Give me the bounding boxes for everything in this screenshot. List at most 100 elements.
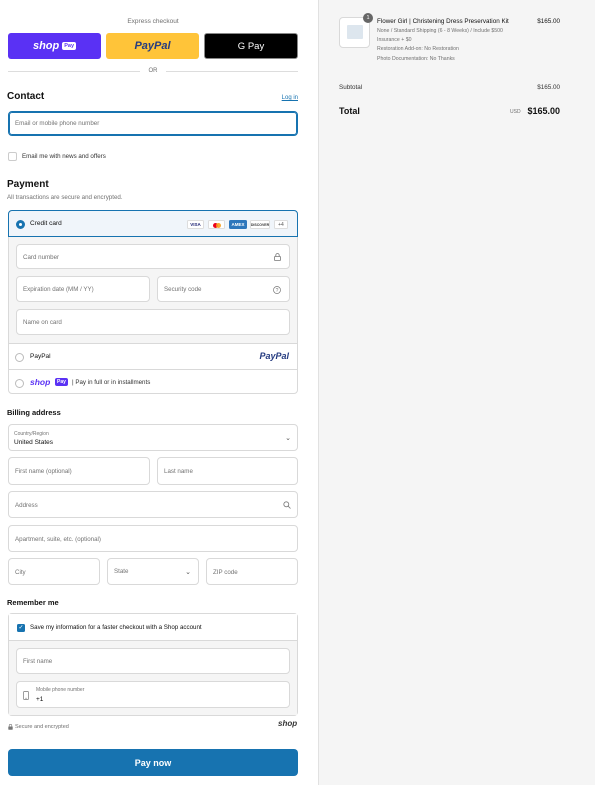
- shop-logo: shop: [278, 719, 298, 728]
- save-info-row[interactable]: ✓ Save my information for a faster check…: [9, 614, 297, 641]
- city-field[interactable]: City: [8, 558, 100, 585]
- express-checkout-label: Express checkout: [127, 18, 179, 25]
- credit-card-label: Credit card: [30, 220, 62, 227]
- shop-pay-option[interactable]: shop Pay | Pay in full or in installment…: [9, 369, 297, 394]
- security-code-field[interactable]: Security code ?: [157, 276, 290, 302]
- credit-card-radio[interactable]: [16, 220, 25, 229]
- remember-first-name-field[interactable]: First name: [16, 648, 290, 674]
- shop-pay-option-badge: Pay: [55, 378, 68, 386]
- or-divider-left: [8, 71, 140, 72]
- paypal-option-logo: PayPal: [259, 351, 289, 361]
- remember-form: First name Mobile phone number +1: [9, 641, 297, 715]
- subtotal-label: Subtotal: [339, 84, 363, 91]
- save-info-label: Save my information for a faster checkou…: [30, 624, 202, 631]
- google-pay-button[interactable]: G Pay: [204, 33, 298, 59]
- security-code-placeholder: Security code: [164, 286, 202, 293]
- total-label: Total: [339, 106, 360, 116]
- checkout-main: Express checkout shop Pay PayPal G Pay O…: [0, 0, 318, 785]
- google-pay-logo: G Pay: [237, 40, 265, 52]
- more-brands-badge: +4: [274, 220, 288, 229]
- first-name-placeholder: First name (optional): [15, 468, 72, 475]
- last-name-field[interactable]: Last name: [157, 457, 298, 485]
- login-link[interactable]: Log in: [282, 95, 298, 101]
- discover-icon: DISCOVER: [250, 220, 270, 229]
- paypal-button[interactable]: PayPal: [106, 33, 199, 59]
- shop-pay-logo: shop: [32, 40, 60, 52]
- product-detail-line: Restoration Add-on: No Restoration: [377, 46, 459, 52]
- expiration-placeholder: Expiration date (MM / YY): [23, 286, 94, 293]
- country-label: Country/Region: [14, 431, 49, 437]
- paypal-option-label: PayPal: [30, 353, 51, 360]
- state-select[interactable]: State ⌄: [107, 558, 199, 585]
- country-select[interactable]: Country/Region United States ⌄: [8, 424, 298, 451]
- phone-label: Mobile phone number: [36, 687, 85, 693]
- shop-pay-badge: Pay: [62, 42, 77, 50]
- mobile-phone-field[interactable]: Mobile phone number +1: [16, 681, 290, 708]
- zip-placeholder: ZIP code: [213, 569, 238, 576]
- apartment-field[interactable]: Apartment, suite, etc. (optional): [8, 525, 298, 552]
- name-on-card-placeholder: Name on card: [23, 319, 62, 326]
- city-placeholder: City: [15, 569, 26, 576]
- payment-subtitle: All transactions are secure and encrypte…: [7, 194, 123, 201]
- total-value: $165.00: [527, 106, 560, 116]
- credit-card-form: Card number Expiration date (MM / YY) Se…: [9, 237, 297, 343]
- email-field[interactable]: Email or mobile phone number: [8, 111, 298, 136]
- name-on-card-field[interactable]: Name on card: [16, 309, 290, 335]
- product-detail-line: None / Standard Shipping (6 - 8 Weeks) /…: [377, 28, 503, 34]
- credit-card-option[interactable]: Credit card VISA AMEX DISCOVER +4: [8, 210, 298, 237]
- card-number-field[interactable]: Card number: [16, 244, 290, 269]
- search-icon: [283, 501, 291, 511]
- shop-pay-radio[interactable]: [15, 379, 24, 388]
- subtotal-value: $165.00: [537, 84, 560, 91]
- phone-value: +1: [36, 696, 44, 703]
- card-number-placeholder: Card number: [23, 254, 60, 261]
- save-info-checkbox[interactable]: ✓: [17, 624, 25, 632]
- paypal-radio[interactable]: [15, 353, 24, 362]
- amex-icon: AMEX: [229, 220, 247, 229]
- news-checkbox-label: Email me with news and offers: [22, 153, 106, 160]
- phone-icon: [23, 691, 29, 702]
- lock-icon: [8, 724, 13, 732]
- chevron-down-icon: ⌄: [285, 435, 291, 442]
- apartment-placeholder: Apartment, suite, etc. (optional): [15, 536, 101, 543]
- shop-pay-option-logo: shop: [30, 377, 51, 387]
- paypal-option[interactable]: PayPal PayPal: [9, 343, 297, 369]
- state-placeholder: State: [114, 568, 129, 575]
- quantity-badge: 1: [363, 13, 373, 23]
- mastercard-icon: [208, 220, 225, 229]
- last-name-placeholder: Last name: [164, 468, 193, 475]
- contact-heading: Contact: [7, 91, 45, 102]
- product-price: $165.00: [537, 18, 560, 25]
- lock-icon: [274, 253, 281, 263]
- zip-field[interactable]: ZIP code: [206, 558, 298, 585]
- order-summary: 1 Flower Girl | Christening Dress Preser…: [318, 0, 595, 785]
- pay-now-button[interactable]: Pay now: [8, 749, 298, 776]
- first-name-field[interactable]: First name (optional): [8, 457, 150, 485]
- paypal-logo: PayPal: [134, 40, 171, 52]
- news-checkbox[interactable]: [8, 152, 17, 161]
- visa-icon: VISA: [187, 220, 204, 229]
- billing-heading: Billing address: [7, 408, 61, 417]
- secure-encrypted-label: Secure and encrypted: [15, 724, 69, 730]
- chevron-down-icon: ⌄: [185, 569, 191, 576]
- payment-heading: Payment: [7, 179, 49, 190]
- shop-pay-button[interactable]: shop Pay: [8, 33, 101, 59]
- product-title: Flower Girl | Christening Dress Preserva…: [377, 18, 509, 25]
- or-separator: OR: [140, 68, 166, 74]
- product-detail-line: Insurance + $0: [377, 37, 412, 43]
- expiration-field[interactable]: Expiration date (MM / YY): [16, 276, 150, 302]
- product-image-icon: [347, 25, 363, 39]
- country-value: United States: [14, 439, 54, 446]
- shop-pay-option-label: | Pay in full or in installments: [72, 379, 151, 386]
- email-placeholder: Email or mobile phone number: [15, 120, 100, 127]
- remember-heading: Remember me: [7, 598, 59, 607]
- help-icon[interactable]: ?: [273, 286, 281, 296]
- currency-code: USD: [510, 109, 521, 115]
- address-placeholder: Address: [15, 502, 38, 509]
- address-field[interactable]: Address: [8, 491, 298, 518]
- svg-text:?: ?: [276, 288, 279, 294]
- or-divider-right: [166, 71, 298, 72]
- product-detail-line: Photo Documentation: No Thanks: [377, 56, 455, 62]
- remember-first-name-placeholder: First name: [23, 658, 53, 665]
- remember-panel: ✓ Save my information for a faster check…: [8, 613, 298, 716]
